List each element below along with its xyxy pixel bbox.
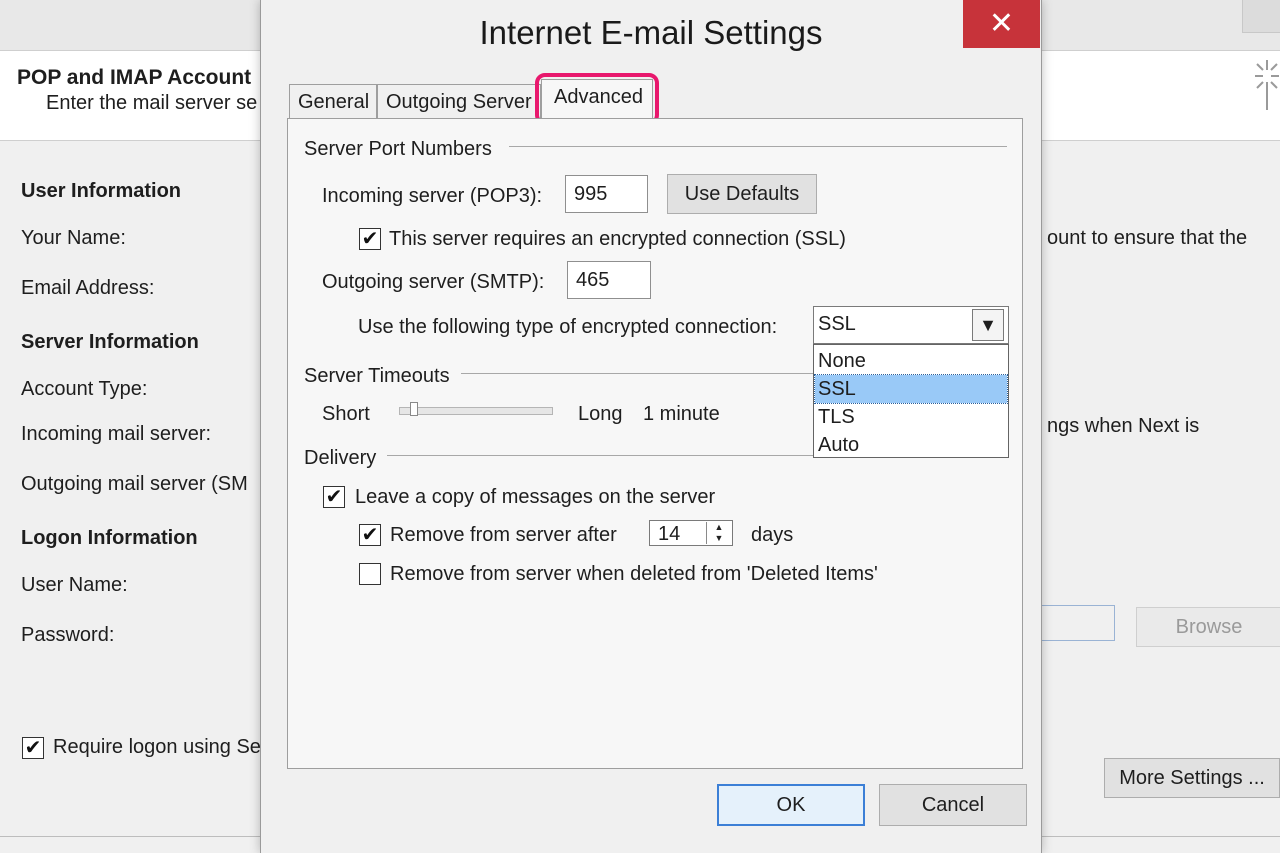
stepper-buttons[interactable]: ▲ ▼: [706, 522, 731, 544]
logon-info-heading: Logon Information: [21, 527, 198, 549]
leave-copy-checkbox[interactable]: ✔: [323, 486, 345, 508]
remove-deleted-checkbox[interactable]: [359, 563, 381, 585]
encryption-type-label: Use the following type of encrypted conn…: [358, 316, 778, 338]
close-button[interactable]: ✕: [963, 0, 1040, 48]
timeout-long-label: Long: [578, 403, 623, 425]
timeout-short-label: Short: [322, 403, 370, 425]
encryption-option-auto[interactable]: Auto: [815, 431, 1007, 459]
chevron-down-icon[interactable]: ▼: [707, 533, 731, 544]
ok-button[interactable]: OK: [717, 784, 865, 826]
timeout-slider-thumb[interactable]: [410, 402, 418, 416]
leave-copy-label: Leave a copy of messages on the server: [355, 486, 716, 508]
remove-deleted-label: Remove from server when deleted from 'De…: [390, 563, 878, 585]
incoming-port-label: Incoming server (POP3):: [322, 185, 543, 207]
close-icon: ✕: [988, 7, 1015, 40]
timeout-slider-track[interactable]: [399, 407, 553, 415]
incoming-mail-server-label: Incoming mail server:: [21, 423, 212, 445]
your-name-label: Your Name:: [21, 227, 126, 249]
days-label: days: [751, 524, 794, 546]
remove-after-label: Remove from server after: [390, 524, 617, 546]
encryption-selected-value: SSL: [818, 313, 856, 335]
remove-after-checkbox[interactable]: ✔: [359, 524, 381, 546]
wizard-subtitle: Enter the mail server se: [46, 92, 258, 114]
remove-after-days-value: 14: [658, 523, 681, 545]
checkmark-icon: ✔: [361, 524, 379, 546]
tab-outgoing-server[interactable]: Outgoing Server: [377, 84, 541, 119]
outgoing-mail-server-label: Outgoing mail server (SM: [21, 473, 248, 495]
delivery-heading: Delivery: [304, 447, 377, 469]
data-file-path-input[interactable]: [1040, 605, 1115, 641]
outgoing-port-input[interactable]: 465: [567, 261, 651, 299]
server-info-heading: Server Information: [21, 331, 199, 353]
wizard-hint-text: ount to ensure that the: [1047, 227, 1248, 249]
wizard-title: POP and IMAP Account: [17, 66, 252, 89]
checkmark-icon: ✔: [325, 486, 343, 508]
require-logon-label: Require logon using Se: [53, 736, 261, 758]
ssl-required-label: This server requires an encrypted connec…: [389, 228, 846, 250]
browse-button[interactable]: Browse: [1136, 607, 1280, 647]
dialog-title: Internet E-mail Settings: [479, 14, 823, 51]
incoming-port-input[interactable]: 995: [565, 175, 648, 213]
cancel-button[interactable]: Cancel: [879, 784, 1027, 826]
tab-outgoing-server-label: Outgoing Server: [386, 91, 532, 113]
outgoing-port-label: Outgoing server (SMTP):: [322, 271, 545, 293]
checkmark-icon: ✔: [361, 228, 379, 250]
background-window-control[interactable]: [1242, 0, 1280, 33]
remove-after-days-stepper[interactable]: 14 ▲ ▼: [649, 520, 733, 546]
group-divider: [387, 455, 813, 456]
chevron-down-icon[interactable]: ▼: [972, 309, 1004, 341]
internet-email-settings-dialog: Internet E-mail Settings ✕ General Outgo…: [260, 0, 1042, 853]
checkmark-icon: ✔: [24, 737, 42, 759]
encryption-type-select[interactable]: SSL ▼: [813, 306, 1009, 344]
user-info-heading: User Information: [21, 180, 182, 202]
encryption-dropdown-list: None SSL TLS Auto: [813, 344, 1009, 458]
group-divider: [461, 373, 813, 374]
account-type-label: Account Type:: [21, 378, 148, 400]
email-address-label: Email Address:: [21, 277, 155, 299]
tab-general[interactable]: General: [289, 84, 377, 119]
server-timeouts-heading: Server Timeouts: [304, 365, 450, 387]
use-defaults-button[interactable]: Use Defaults: [667, 174, 817, 214]
encryption-option-ssl[interactable]: SSL: [814, 374, 1008, 404]
server-port-numbers-heading: Server Port Numbers: [304, 138, 492, 160]
encryption-option-tls[interactable]: TLS: [815, 403, 1007, 431]
user-name-label: User Name:: [21, 574, 128, 596]
encryption-option-none[interactable]: None: [815, 347, 1007, 375]
group-divider: [509, 146, 1007, 147]
sparkle-icon: [1253, 58, 1279, 112]
timeout-value: 1 minute: [643, 403, 720, 425]
wizard-hint-text-2: ngs when Next is: [1047, 415, 1200, 437]
ssl-required-checkbox[interactable]: ✔: [359, 228, 381, 250]
tab-general-label: General: [298, 91, 370, 113]
chevron-up-icon[interactable]: ▲: [707, 522, 731, 533]
password-label: Password:: [21, 624, 115, 646]
more-settings-button[interactable]: More Settings ...: [1104, 758, 1280, 798]
require-logon-checkbox[interactable]: ✔: [22, 737, 44, 759]
